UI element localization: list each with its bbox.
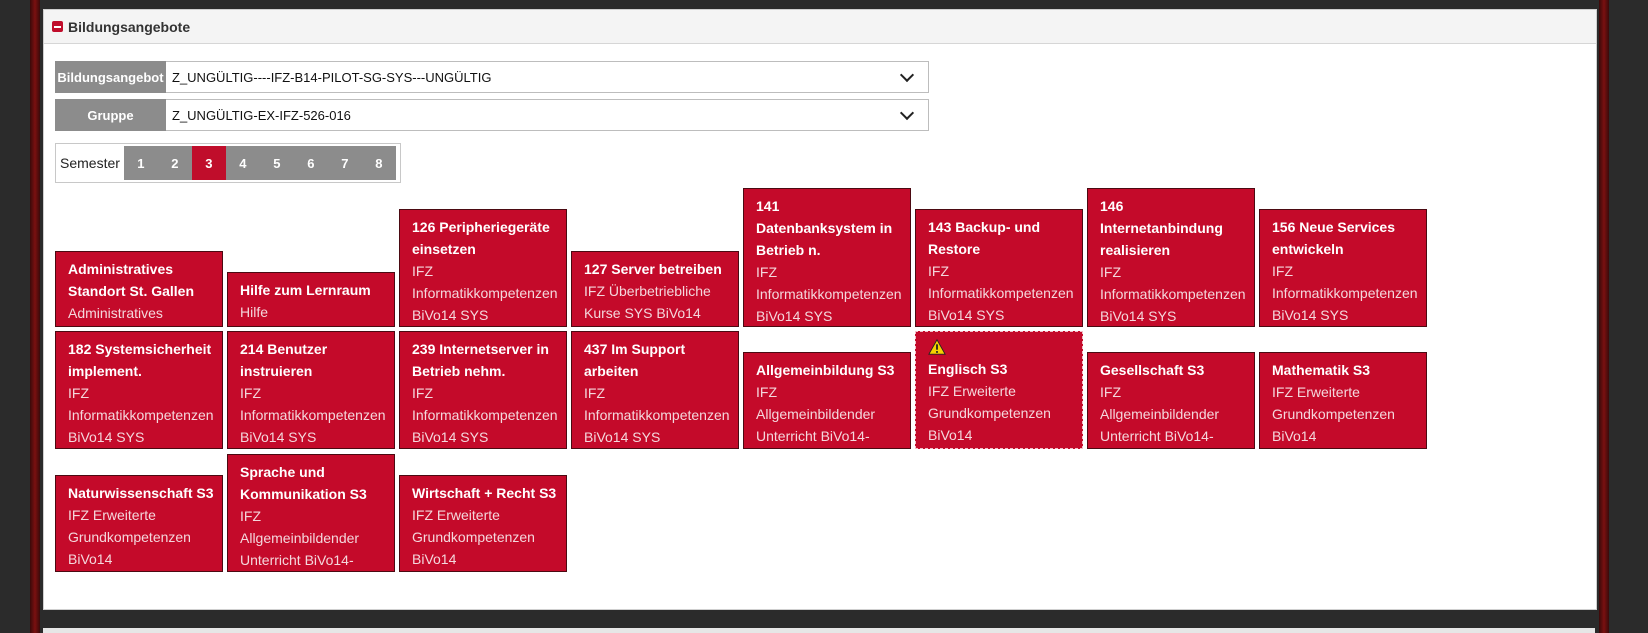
semester-label: Semester	[60, 155, 120, 171]
course-tile-146[interactable]: 146 Internetanbindung realisieren IFZ In…	[1087, 188, 1255, 327]
gruppe-select[interactable]: Z_UNGÜLTIG-EX-IFZ-526-016	[166, 99, 929, 131]
tile-title: Englisch S3	[928, 361, 1008, 377]
frame-left-border	[30, 0, 40, 633]
tile-subtitle: Administratives	[68, 305, 163, 321]
bildungsangebot-select[interactable]: Z_UNGÜLTIG----IFZ-B14-PILOT-SG-SYS---UNG…	[166, 61, 929, 93]
tile-title: 143 Backup- und Restore	[928, 219, 1041, 257]
tile-subtitle: IFZ Überbetriebliche Kurse SYS BiVo14	[584, 283, 711, 321]
chevron-down-icon[interactable]	[899, 105, 915, 121]
tile-subtitle: IFZ Informatikkompetenzen BiVo14 SYS	[240, 385, 386, 445]
semester-button-1[interactable]: 1	[123, 146, 158, 180]
tile-subtitle: IFZ Allgemeinbildender Unterricht BiVo14…	[1100, 384, 1220, 444]
course-tile-englisch[interactable]: Englisch S3 IFZ Erweiterte Grundkompeten…	[915, 331, 1083, 449]
course-tile-gesellschaft[interactable]: Gesellschaft S3 IFZ Allgemeinbildender U…	[1087, 352, 1255, 449]
tile-subtitle: IFZ Informatikkompetenzen BiVo14 SYS	[928, 263, 1074, 323]
tile-subtitle: IFZ Erweiterte Grundkompetenzen BiVo14	[1272, 384, 1395, 444]
tile-title: 126 Peripheriegeräte einsetzen	[412, 219, 550, 257]
tile-title: Wirtschaft + Recht S3	[412, 485, 557, 501]
tile-subtitle: IFZ Informatikkompetenzen BiVo14 SYS	[584, 385, 730, 445]
tile-title: 182 Systemsicherheit implement.	[68, 341, 212, 379]
course-tile-wirtschaft-recht[interactable]: Wirtschaft + Recht S3 IFZ Erweiterte Gru…	[399, 475, 567, 572]
tile-title: 146 Internetanbindung realisieren	[1100, 198, 1223, 258]
course-tile-126[interactable]: 126 Peripheriegeräte einsetzen IFZ Infor…	[399, 209, 567, 327]
semester-selector: Semester 1 2 3 4 5 6 7 8	[55, 143, 401, 183]
tile-subtitle: IFZ Informatikkompetenzen BiVo14 SYS	[412, 385, 558, 445]
course-tile-143[interactable]: 143 Backup- und Restore IFZ Informatikko…	[915, 209, 1083, 327]
course-tile-allgemeinbildung[interactable]: Allgemeinbildung S3 IFZ Allgemeinbildend…	[743, 352, 911, 449]
tile-title: 127 Server betreiben	[584, 261, 722, 277]
bildungsangebot-value: Z_UNGÜLTIG----IFZ-B14-PILOT-SG-SYS---UNG…	[172, 69, 492, 85]
tile-title: Allgemeinbildung S3	[756, 362, 895, 378]
gruppe-row: Gruppe Z_UNGÜLTIG-EX-IFZ-526-016	[55, 99, 929, 131]
tile-title: 239 Internetserver in Betrieb nehm.	[412, 341, 549, 379]
course-tile-127[interactable]: 127 Server betreiben IFZ Überbetrieblich…	[571, 251, 739, 327]
panel-title: Bildungsangebote	[68, 18, 191, 35]
tile-title: 437 Im Support arbeiten	[584, 341, 686, 379]
tile-title: Sprache und Kommunikation S3	[240, 464, 367, 502]
course-tile-naturwissenschaft[interactable]: Naturwissenschaft S3 IFZ Erweiterte Grun…	[55, 475, 223, 572]
tile-title: 141 Datenbanksystem in Betrieb n.	[756, 198, 893, 258]
tile-subtitle: IFZ Allgemeinbildender Unterricht BiVo14…	[240, 508, 360, 568]
warning-triangle-icon	[928, 338, 946, 355]
tile-title: 214 Benutzer instruieren	[240, 341, 328, 379]
tile-subtitle: IFZ Informatikkompetenzen BiVo14 SYS	[756, 264, 902, 324]
course-tile-hilfe-lernraum[interactable]: Hilfe zum Lernraum Hilfe	[227, 272, 395, 327]
tile-subtitle: IFZ Allgemeinbildender Unterricht BiVo14…	[756, 384, 876, 444]
bildungsangebot-label: Bildungsangebot	[55, 61, 166, 93]
course-tile-214[interactable]: 214 Benutzer instruieren IFZ Informatikk…	[227, 331, 395, 449]
semester-button-3[interactable]: 3	[191, 146, 226, 180]
tile-title: Gesellschaft S3	[1100, 362, 1205, 378]
course-tile-239[interactable]: 239 Internetserver in Betrieb nehm. IFZ …	[399, 331, 567, 449]
course-tile-mathematik[interactable]: Mathematik S3 IFZ Erweiterte Grundkompet…	[1259, 352, 1427, 449]
tile-subtitle: IFZ Informatikkompetenzen BiVo14 SYS	[68, 385, 214, 445]
tile-subtitle: IFZ Informatikkompetenzen BiVo14 SYS	[1100, 264, 1246, 324]
course-tile-437[interactable]: 437 Im Support arbeiten IFZ Informatikko…	[571, 331, 739, 449]
semester-button-7[interactable]: 7	[327, 146, 362, 180]
course-tile-182[interactable]: 182 Systemsicherheit implement. IFZ Info…	[55, 331, 223, 449]
tile-title: 156 Neue Services entwickeln	[1272, 219, 1395, 257]
course-tile-sprache-kommunikation[interactable]: Sprache und Kommunikation S3 IFZ Allgeme…	[227, 454, 395, 572]
tile-subtitle: IFZ Erweiterte Grundkompetenzen BiVo14	[412, 507, 535, 567]
panel-header[interactable]: Bildungsangebote	[44, 10, 1596, 44]
bildungsangebote-panel: Bildungsangebote Bildungsangebot Z_UNGÜL…	[43, 9, 1597, 610]
semester-button-8[interactable]: 8	[361, 146, 396, 180]
tile-subtitle: IFZ Erweiterte Grundkompetenzen BiVo14	[928, 383, 1051, 443]
tile-subtitle: IFZ Informatikkompetenzen BiVo14 SYS	[412, 263, 558, 323]
tile-title: Mathematik S3	[1272, 362, 1371, 378]
tile-title: Hilfe zum Lernraum	[240, 282, 371, 298]
semester-button-5[interactable]: 5	[259, 146, 294, 180]
gruppe-label: Gruppe	[55, 99, 166, 131]
tile-title: Naturwissenschaft S3	[68, 485, 214, 501]
frame-right-border	[1599, 0, 1609, 633]
course-tile-141[interactable]: 141 Datenbanksystem in Betrieb n. IFZ In…	[743, 188, 911, 327]
semester-button-2[interactable]: 2	[157, 146, 192, 180]
chevron-down-icon[interactable]	[899, 67, 915, 83]
gruppe-value: Z_UNGÜLTIG-EX-IFZ-526-016	[172, 107, 351, 123]
semester-button-4[interactable]: 4	[225, 146, 260, 180]
tile-subtitle: IFZ Informatikkompetenzen BiVo14 SYS	[1272, 263, 1418, 323]
next-panel-edge	[43, 628, 1595, 633]
tile-subtitle: IFZ Erweiterte Grundkompetenzen BiVo14	[68, 507, 191, 567]
course-tile-administratives[interactable]: Administratives Standort St. Gallen Admi…	[55, 251, 223, 327]
semester-button-6[interactable]: 6	[293, 146, 328, 180]
tile-subtitle: Hilfe	[240, 304, 269, 320]
course-tile-156[interactable]: 156 Neue Services entwickeln IFZ Informa…	[1259, 209, 1427, 327]
tile-title: Administratives Standort St. Gallen	[68, 261, 195, 299]
collapse-icon[interactable]	[52, 21, 63, 32]
bildungsangebot-row: Bildungsangebot Z_UNGÜLTIG----IFZ-B14-PI…	[55, 61, 929, 93]
